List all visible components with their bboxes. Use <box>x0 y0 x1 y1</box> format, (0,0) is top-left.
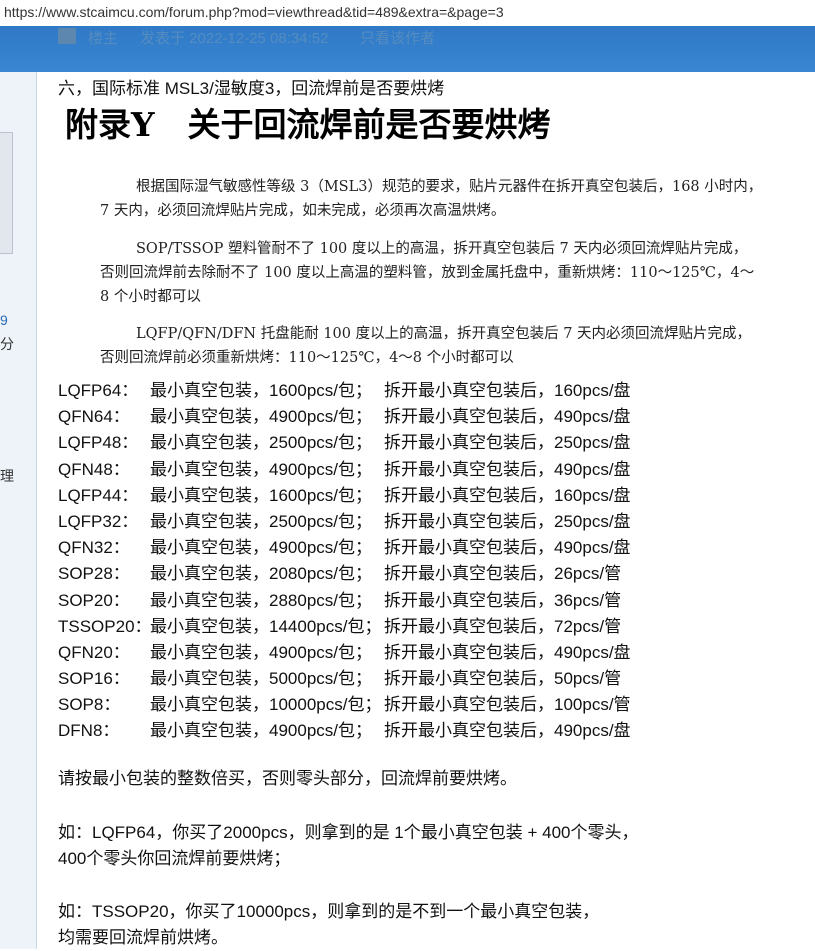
package-after-open: 拆开最小真空包装后，50pcs/管 <box>384 669 622 689</box>
package-row: TSSOP20： 最小真空包装，14400pcs/包； 拆开最小真空包装后，72pc… <box>58 610 758 636</box>
package-row: SOP20： 最小真空包装，2880pcs/包； 拆开最小真空包装后，36pcs/管 <box>58 584 758 610</box>
package-row: DFN8： 最小真空包装，4900pcs/包； 拆开最小真空包装后，490pcs/盘 <box>58 714 758 740</box>
package-min-pack: 最小真空包装，4900pcs/包； <box>150 459 372 479</box>
avatar[interactable] <box>0 132 13 254</box>
package-list: LQFP64： 最小真空包装，1600pcs/包； 拆开最小真空包装后，160pcs… <box>58 374 758 741</box>
package-after-open: 拆开最小真空包装后，26pcs/管 <box>384 564 622 584</box>
package-after-open: 拆开最小真空包装后，160pcs/盘 <box>384 381 631 400</box>
only-author-link[interactable]: 只看该作者 <box>360 27 435 47</box>
package-min-pack: 最小真空包装，2500pcs/包； <box>150 511 372 531</box>
paragraph-line: SOP/TSSOP 塑料管耐不了 100 度以上的高温，拆开真空包装后 7 天内… <box>136 241 748 257</box>
note-buy-multiples: 请按最小包装的整数倍买，否则零头部分，回流焊前要烘烤。 <box>58 769 517 788</box>
package-min-pack: 最小真空包装，2880pcs/包； <box>150 590 372 610</box>
package-row: QFN48： 最小真空包装，4900pcs/包； 拆开最小真空包装后，490pcs/… <box>58 453 758 479</box>
example-line: 如：LQFP64，你买了2000pcs，则拿到的是 1个最小真空包装 + 400… <box>58 823 639 842</box>
author-tag: 楼主 <box>88 30 119 47</box>
package-name: TSSOP20： <box>58 616 152 636</box>
paragraph-line: LQFP/QFN/DFN 托盘能耐 100 度以上的高温，拆开真空包装后 7 天… <box>136 326 752 342</box>
example-tssop20: 如：TSSOP20，你买了10000pcs，则拿到的是不到一个最小真空包装， 均… <box>58 899 599 951</box>
package-name: SOP8： <box>58 695 121 715</box>
package-row: LQFP48： 最小真空包装，2500pcs/包； 拆开最小真空包装后，250pcs… <box>58 426 758 452</box>
package-after-open: 拆开最小真空包装后，490pcs/盘 <box>384 642 631 662</box>
package-row: SOP16： 最小真空包装，5000pcs/包； 拆开最小真空包装后，50pcs/管 <box>58 662 758 688</box>
post-header-bar: 楼主 发表于 2022-12-25 08:34:52 只看该作者 <box>0 26 815 72</box>
paragraph-msl3: 根据国际湿气敏感性等级 3（MSL3）规范的要求，贴片元器件在拆开真空包装后，1… <box>100 175 805 223</box>
package-min-pack: 最小真空包装，4900pcs/包； <box>150 721 372 741</box>
paragraph-lqfp-qfn-dfn: LQFP/QFN/DFN 托盘能耐 100 度以上的高温，拆开真空包装后 7 天… <box>100 322 805 370</box>
package-min-pack: 最小真空包装，4900pcs/包； <box>150 538 372 558</box>
paragraph-sop-tssop: SOP/TSSOP 塑料管耐不了 100 度以上的高温，拆开真空包装后 7 天内… <box>100 237 805 309</box>
package-row: QFN20： 最小真空包装，4900pcs/包； 拆开最小真空包装后，490pcs/… <box>58 636 758 662</box>
post-subject: 六，国际标准 MSL3/湿敏度3，回流焊前是否要烘烤 <box>58 79 445 98</box>
package-name: LQFP32： <box>58 511 139 531</box>
package-after-open: 拆开最小真空包装后，72pcs/管 <box>384 616 622 636</box>
example-line: 400个零头你回流焊前要烘烤； <box>58 849 291 868</box>
package-min-pack: 最小真空包装，4900pcs/包； <box>150 407 372 427</box>
post-time: 发表于 2022-12-25 08:34:52 <box>140 30 329 47</box>
author-icon <box>58 28 76 44</box>
appendix-title: 附录Y 关于回流焊前是否要烘烤 <box>65 105 551 144</box>
author-sidebar: 9 分 理 <box>0 72 37 949</box>
package-row: LQFP32： 最小真空包装，2500pcs/包； 拆开最小真空包装后，250pcs… <box>58 505 758 531</box>
package-name: QFN64： <box>58 407 130 427</box>
package-after-open: 拆开最小真空包装后，490pcs/盘 <box>384 538 631 558</box>
example-lqfp64: 如：LQFP64，你买了2000pcs，则拿到的是 1个最小真空包装 + 400… <box>58 820 639 872</box>
example-line: 如：TSSOP20，你买了10000pcs，则拿到的是不到一个最小真空包装， <box>58 902 600 921</box>
package-name: SOP20： <box>58 590 130 610</box>
package-after-open: 拆开最小真空包装后，160pcs/盘 <box>384 485 631 505</box>
package-row: SOP28： 最小真空包装，2080pcs/包； 拆开最小真空包装后，26pcs/管 <box>58 557 758 583</box>
package-after-open: 拆开最小真空包装后，490pcs/盘 <box>384 459 631 479</box>
paragraph-line: 否则回流焊前去除耐不了 100 度以上高温的塑料管，放到金属托盘中，重新烘烤：1… <box>100 265 755 281</box>
package-min-pack: 最小真空包装，1600pcs/包； <box>150 381 372 400</box>
package-name: QFN48： <box>58 459 130 479</box>
url-text[interactable]: https://www.stcaimcu.com/forum.php?mod=v… <box>4 4 504 20</box>
paragraph-line: 8 个小时都可以 <box>100 289 201 305</box>
package-min-pack: 最小真空包装，1600pcs/包； <box>150 485 372 505</box>
paragraph-line: 否则回流焊前必须重新烘烤：110～125℃，4～8 个小时都可以 <box>100 350 514 366</box>
package-name: DFN8： <box>58 721 120 741</box>
package-min-pack: 最小真空包装，14400pcs/包； <box>150 616 382 636</box>
package-min-pack: 最小真空包装，5000pcs/包； <box>150 669 372 689</box>
package-min-pack: 最小真空包装，2500pcs/包； <box>150 433 372 453</box>
sidebar-fragment-count[interactable]: 9 <box>0 312 8 328</box>
package-after-open: 拆开最小真空包装后，250pcs/盘 <box>384 511 631 531</box>
paragraph-line: 根据国际湿气敏感性等级 3（MSL3）规范的要求，贴片元器件在拆开真空包装后，1… <box>136 179 763 195</box>
package-name: QFN32： <box>58 538 130 558</box>
package-after-open: 拆开最小真空包装后，490pcs/盘 <box>384 407 631 427</box>
package-row: SOP8： 最小真空包装，10000pcs/包； 拆开最小真空包装后，100pcs/… <box>58 688 758 714</box>
package-row: LQFP64： 最小真空包装，1600pcs/包； 拆开最小真空包装后，160pcs… <box>58 374 758 400</box>
package-min-pack: 最小真空包装，4900pcs/包； <box>150 642 372 662</box>
example-line: 均需要回流焊前烘烤。 <box>58 928 228 947</box>
address-bar[interactable]: https://www.stcaimcu.com/forum.php?mod=v… <box>0 0 815 27</box>
package-name: SOP28： <box>58 564 130 584</box>
package-name: QFN20： <box>58 642 130 662</box>
paragraph-line: 7 天内，必须回流焊贴片完成，如未完成，必须再次高温烘烤。 <box>100 203 506 219</box>
package-name: LQFP48： <box>58 433 139 453</box>
package-after-open: 拆开最小真空包装后，36pcs/管 <box>384 590 622 610</box>
package-row: QFN64： 最小真空包装，4900pcs/包； 拆开最小真空包装后，490pcs/… <box>58 400 758 426</box>
package-name: LQFP44： <box>58 485 139 505</box>
sidebar-fragment-label: 分 <box>0 336 14 352</box>
package-after-open: 拆开最小真空包装后，250pcs/盘 <box>384 433 631 453</box>
package-name: SOP16： <box>58 669 130 689</box>
package-after-open: 拆开最小真空包装后，100pcs/管 <box>384 695 631 715</box>
package-min-pack: 最小真空包装，2080pcs/包； <box>150 564 372 584</box>
package-row: LQFP44： 最小真空包装，1600pcs/包； 拆开最小真空包装后，160pcs… <box>58 479 758 505</box>
package-min-pack: 最小真空包装，10000pcs/包； <box>150 695 382 715</box>
package-row: QFN32： 最小真空包装，4900pcs/包； 拆开最小真空包装后，490pcs/… <box>58 531 758 557</box>
package-name: LQFP64： <box>58 381 139 400</box>
sidebar-fragment-role: 理 <box>0 468 14 484</box>
package-after-open: 拆开最小真空包装后，490pcs/盘 <box>384 721 631 741</box>
